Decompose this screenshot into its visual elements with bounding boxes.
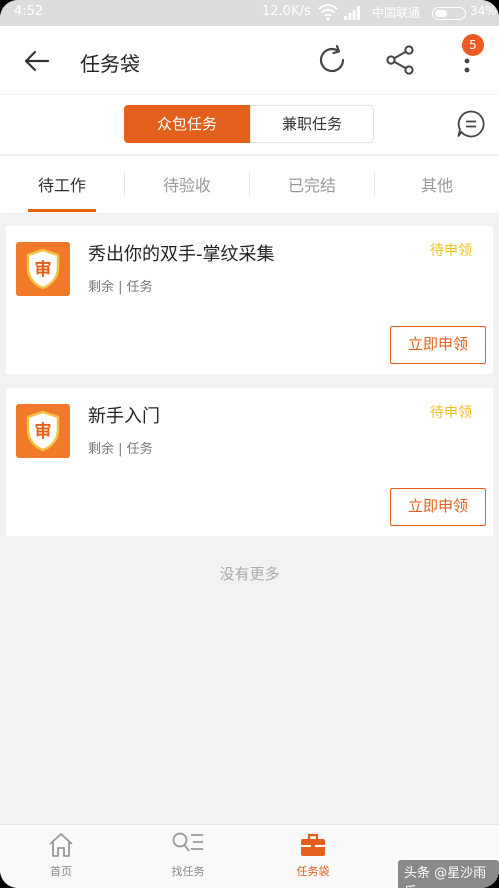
no-more-text: 没有更多 (219, 565, 280, 583)
status-bar: 4:52 12.0K/s 中国联通 34% (0, 0, 499, 26)
task-meta: 剩余 | 任务 (88, 280, 153, 295)
task-card[interactable]: 审 秀出你的双手-掌纹采集 剩余 | 任务 待申领 立即申领 (6, 226, 493, 374)
nav-task-bag[interactable]: 任务袋 (278, 831, 348, 879)
nav-home[interactable]: 首页 (26, 831, 96, 879)
app-header: 任务袋 5 (0, 26, 499, 94)
task-title: 秀出你的双手-掌纹采集 (88, 244, 275, 265)
audit-shield-icon: 审 (16, 242, 70, 296)
tab-other[interactable]: 其他 (375, 172, 499, 196)
status-time: 4:52 (14, 4, 44, 19)
message-icon[interactable] (456, 109, 486, 139)
home-icon (49, 833, 73, 857)
briefcase-icon (301, 833, 325, 856)
apply-now-button[interactable]: 立即申领 (390, 326, 486, 364)
task-type-bar: 众包任务 兼职任务 (0, 94, 499, 154)
notification-badge: 5 (462, 34, 484, 56)
status-badge: 待申领 (430, 243, 472, 259)
signal-icon (344, 6, 360, 20)
task-card[interactable]: 审 新手入门 剩余 | 任务 待申领 立即申领 (6, 388, 493, 536)
logo-char: 审 (35, 259, 52, 280)
network-speed: 12.0K/s (262, 4, 311, 19)
logo-char: 审 (35, 421, 52, 442)
tab-parttime-tasks[interactable]: 兼职任务 (250, 105, 374, 143)
nav-label: 首页 (50, 865, 72, 878)
refresh-icon[interactable] (316, 44, 348, 76)
audit-shield-icon: 审 (16, 404, 70, 458)
task-meta: 剩余 | 任务 (88, 442, 153, 457)
app-screen: 4:52 12.0K/s 中国联通 34% 任务袋 5 众包任务 兼职任务 待工… (0, 0, 499, 888)
status-badge: 待申领 (430, 405, 472, 421)
back-arrow-icon[interactable] (22, 46, 52, 76)
nav-label: 任务袋 (296, 865, 330, 878)
tab-crowd-tasks[interactable]: 众包任务 (124, 105, 250, 143)
search-list-icon (172, 832, 203, 852)
tab-completed[interactable]: 已完结 (250, 172, 374, 196)
status-tabs: 待工作 待验收 已完结 其他 (0, 155, 499, 213)
task-title: 新手入门 (88, 406, 160, 427)
battery-icon (432, 7, 466, 20)
nav-label: 找任务 (171, 865, 205, 878)
page-title: 任务袋 (80, 52, 140, 76)
watermark: 头条 @星沙雨乐 (398, 860, 499, 888)
battery-level: 34% (470, 4, 497, 18)
tab-pending-work[interactable]: 待工作 (0, 172, 124, 196)
apply-now-button[interactable]: 立即申领 (390, 488, 486, 526)
active-tab-indicator (28, 209, 96, 212)
tab-pending-review[interactable]: 待验收 (125, 172, 249, 196)
share-icon[interactable] (384, 44, 416, 76)
wifi-icon (318, 4, 338, 21)
carrier-name: 中国联通 (372, 6, 421, 20)
nav-find-tasks[interactable]: 找任务 (153, 831, 223, 879)
